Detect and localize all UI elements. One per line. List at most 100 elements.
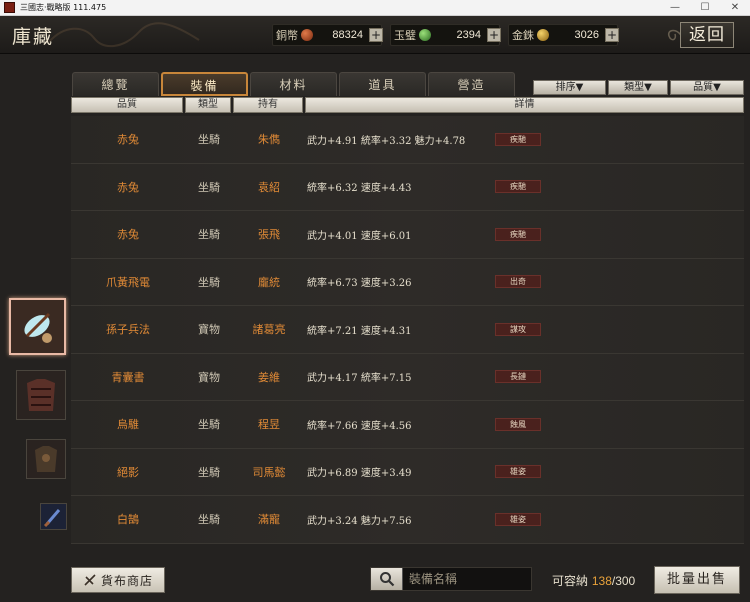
- item-holder: 程昱: [258, 418, 280, 432]
- minimize-button[interactable]: —: [660, 0, 690, 16]
- item-type: 坐騎: [198, 133, 220, 147]
- item-holder: 袁紹: [258, 180, 280, 194]
- item-icon-book-selected[interactable]: [9, 298, 66, 355]
- currency-value: 2394: [456, 29, 481, 41]
- table-row[interactable]: 白鵠 坐騎 滿寵 武力+3.24 魅力+7.56 雄姿: [71, 496, 744, 544]
- table-row[interactable]: 烏騅 坐騎 程昱 統率+7.66 速度+4.56 蝕風: [71, 401, 744, 449]
- item-name: 烏騅: [117, 418, 139, 432]
- category-tabs: 總覽 裝備 材料 道具 營造: [72, 72, 517, 96]
- column-header-holder[interactable]: 持有: [233, 97, 303, 113]
- bulk-sell-button[interactable]: 批量出售: [654, 566, 740, 594]
- item-type: 寶物: [198, 370, 220, 384]
- page-title: 庫藏: [12, 26, 55, 48]
- armor-item-icon: [17, 371, 65, 419]
- cloud-decoration-icon: [48, 22, 200, 48]
- table-row[interactable]: 爪黃飛電 坐騎 龐統 統率+6.73 速度+3.26 出奇: [71, 258, 744, 306]
- add-jade-button[interactable]: +: [487, 28, 501, 42]
- tab-materials[interactable]: 材料: [250, 72, 337, 96]
- currency-copper: 銅幣 88324 +: [276, 25, 383, 45]
- add-gold-button[interactable]: +: [605, 28, 619, 42]
- item-type: 坐騎: [198, 418, 220, 432]
- maximize-button[interactable]: ☐: [690, 0, 720, 16]
- tab-equipment[interactable]: 裝備: [161, 72, 248, 96]
- skill-tag: 疾馳: [495, 132, 541, 146]
- skill-tag: 雄姿: [495, 512, 541, 526]
- item-icon-weapon[interactable]: [40, 503, 67, 530]
- skill-tag: 出奇: [495, 275, 541, 289]
- currency-shop-button[interactable]: 貨布商店: [71, 567, 165, 593]
- add-copper-button[interactable]: +: [369, 28, 383, 42]
- copper-coin-icon: [301, 29, 313, 41]
- back-button[interactable]: 返回: [680, 22, 734, 48]
- gold-coin-icon: [537, 29, 549, 41]
- item-stats: 統率+6.32 速度+4.43: [307, 183, 412, 195]
- search-input[interactable]: [403, 572, 527, 586]
- capacity-display: 可容納 138/300: [552, 572, 635, 589]
- shop-icon: [84, 574, 96, 586]
- item-holder: 司馬懿: [252, 465, 286, 479]
- sort-dropdown[interactable]: 排序▼: [533, 80, 606, 95]
- window-titlebar: 三國志·戰略版 111.475 — ☐ ✕: [0, 0, 750, 16]
- item-stats: 統率+6.73 速度+3.26: [307, 278, 412, 290]
- skill-tag: 蝕風: [495, 417, 541, 431]
- search-box: [370, 567, 532, 591]
- table-row[interactable]: 孫子兵法 寶物 諸葛亮 統率+7.21 速度+4.31 謀攻: [71, 306, 744, 354]
- item-holder: 姜維: [258, 370, 280, 384]
- window-controls: — ☐ ✕: [660, 0, 750, 16]
- item-name: 赤兔: [117, 228, 139, 242]
- column-header-quality[interactable]: 品質: [71, 97, 183, 113]
- item-name: 白鵠: [117, 513, 139, 527]
- tab-props[interactable]: 道具: [339, 72, 426, 96]
- item-holder: 龐統: [258, 275, 280, 289]
- table-row[interactable]: 赤兔 坐騎 袁紹 統率+6.32 速度+4.43 疾馳: [71, 163, 744, 211]
- column-header-type[interactable]: 類型: [185, 97, 231, 113]
- header-bar: 庫藏 銅幣 88324 + 玉璧 2394 + 金銖 3026 + 返回: [0, 16, 750, 54]
- tab-construction[interactable]: 營造: [428, 72, 515, 96]
- item-type: 坐騎: [198, 180, 220, 194]
- currency-label: 銅幣: [276, 29, 298, 42]
- search-button[interactable]: [371, 568, 403, 590]
- item-stats: 武力+4.17 統率+7.15: [307, 373, 412, 385]
- shop-button-label: 貨布商店: [100, 573, 153, 588]
- equipment-list: 赤兔 坐騎 朱儁 武力+4.91 統率+3.32 魅力+4.78 疾馳 赤兔 坐…: [71, 116, 744, 562]
- currency-gold: 金銖 3026 +: [512, 25, 619, 45]
- item-holder: 滿寵: [258, 513, 280, 527]
- currency-value: 88324: [332, 29, 363, 41]
- item-icon-armor[interactable]: [16, 370, 66, 420]
- item-type: 坐騎: [198, 275, 220, 289]
- item-holder: 諸葛亮: [252, 323, 286, 337]
- table-row[interactable]: 青囊書 寶物 姜維 武力+4.17 統率+7.15 長鏈: [71, 353, 744, 401]
- currency-label: 玉璧: [394, 29, 416, 42]
- skill-tag: 疾馳: [495, 180, 541, 194]
- item-stats: 武力+4.91 統率+3.32 魅力+4.78: [307, 135, 466, 147]
- currency-value: 3026: [574, 29, 599, 41]
- currency-label: 金銖: [512, 29, 534, 42]
- close-button[interactable]: ✕: [720, 0, 750, 16]
- item-icon-armor-small[interactable]: [26, 439, 66, 479]
- item-holder: 張飛: [258, 228, 280, 242]
- window-title: 三國志·戰略版 111.475: [20, 3, 107, 12]
- item-name: 孫子兵法: [106, 323, 150, 337]
- currency-jade: 玉璧 2394 +: [394, 25, 501, 45]
- skill-tag: 疾馳: [495, 227, 541, 241]
- capacity-label: 可容納: [552, 574, 589, 588]
- item-stats: 統率+7.66 速度+4.56: [307, 420, 412, 432]
- item-type: 坐騎: [198, 465, 220, 479]
- filter-bar: 排序▼ 類型▼ 品質▼: [533, 80, 746, 95]
- type-dropdown[interactable]: 類型▼: [608, 80, 668, 95]
- table-row[interactable]: 赤兔 坐騎 張飛 武力+4.01 速度+6.01 疾馳: [71, 211, 744, 259]
- item-holder: 朱儁: [258, 133, 280, 147]
- tab-overview[interactable]: 總覽: [72, 72, 159, 96]
- skill-tag: 雄姿: [495, 465, 541, 479]
- table-row[interactable]: 絕影 坐騎 司馬懿 武力+6.89 速度+3.49 雄姿: [71, 448, 744, 496]
- quality-dropdown[interactable]: 品質▼: [670, 80, 744, 95]
- item-stats: 武力+6.89 速度+3.49: [307, 468, 412, 480]
- armor-item-icon: [27, 440, 65, 478]
- inventory-panel: 總覽 裝備 材料 道具 營造 排序▼ 類型▼ 品質▼ 品質 類型 持有 詳情 赤…: [0, 54, 750, 602]
- scroll-item-icon: [11, 300, 64, 353]
- item-type: 坐騎: [198, 228, 220, 242]
- table-row[interactable]: 赤兔 坐騎 朱儁 武力+4.91 統率+3.32 魅力+4.78 疾馳: [71, 116, 744, 164]
- capacity-current: 138: [591, 574, 612, 588]
- item-type: 寶物: [198, 323, 220, 337]
- app-icon: [4, 2, 15, 13]
